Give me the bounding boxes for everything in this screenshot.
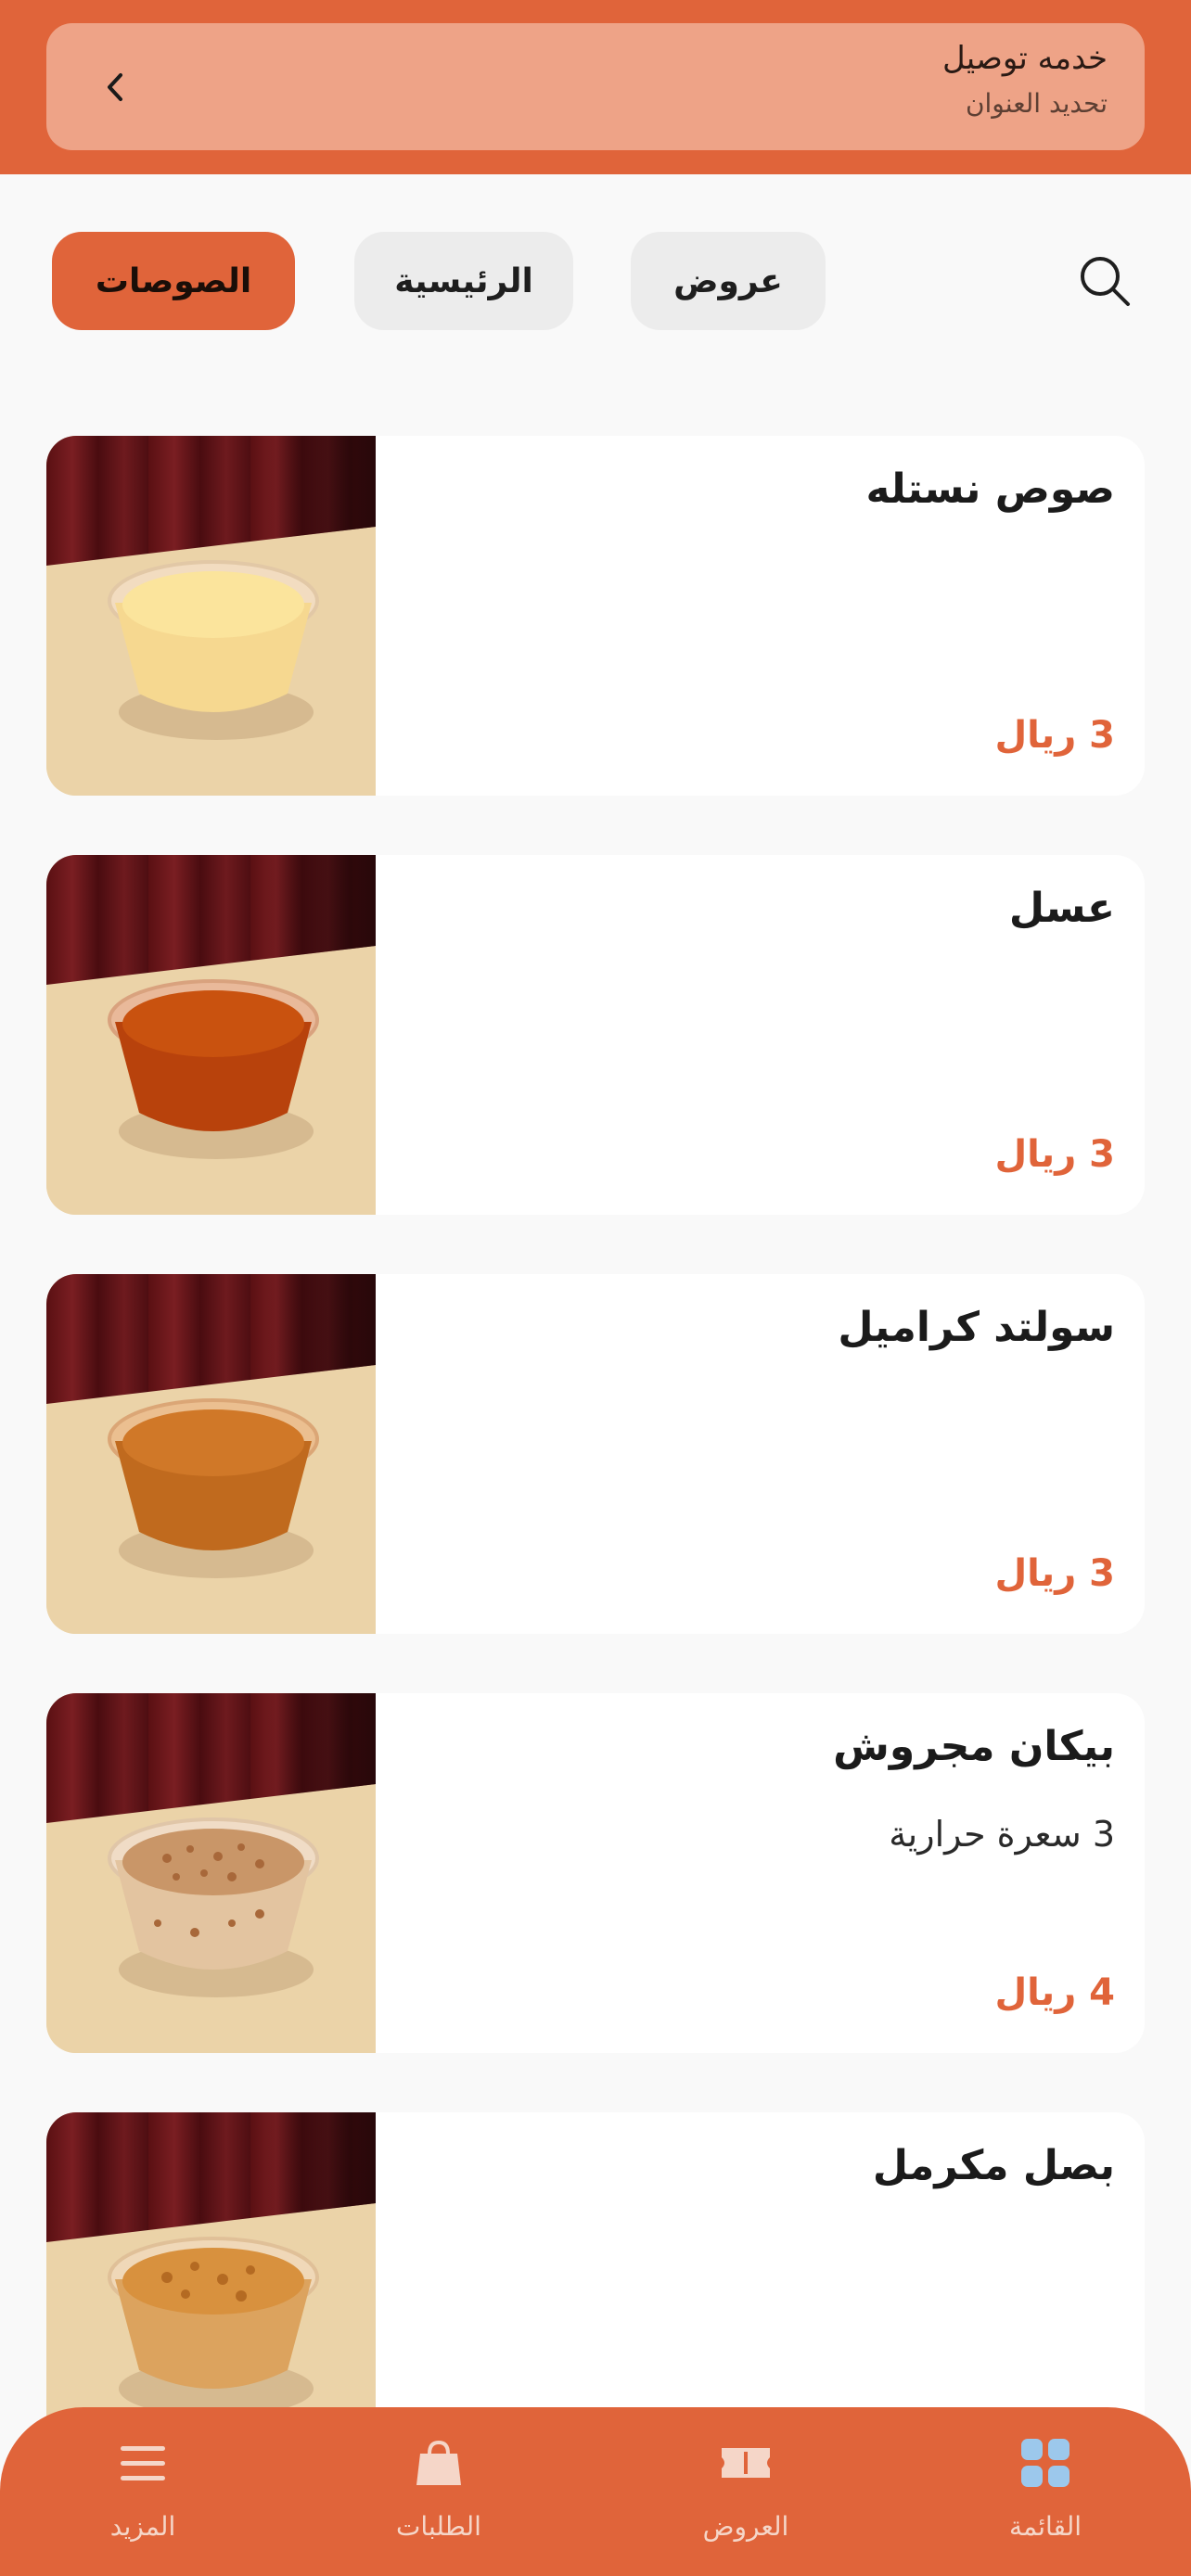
product-price: 3 ريال [994,714,1115,757]
sauce-cup-image [46,436,376,796]
nav-more-label: المزيد [109,2511,176,2542]
delivery-subtitle: تحديد العنوان [965,88,1108,119]
delivery-title: خدمه توصيل [941,40,1108,77]
nav-offers[interactable]: العروض [653,2407,839,2576]
ticket-icon [722,2448,770,2478]
chip-offers[interactable]: عروض [631,232,826,330]
product-name: عسل [1008,885,1115,932]
nav-menu[interactable]: القائمة [953,2407,1138,2576]
chevron-left-icon [108,73,122,101]
nav-orders-label: الطلبات [396,2511,481,2542]
nav-more[interactable]: المزيد [50,2407,236,2576]
product-name: سولتد كراميل [838,1304,1115,1351]
product-name: بيكان مجروش [833,1723,1115,1770]
nav-menu-label: القائمة [1009,2511,1082,2542]
product-card[interactable]: بيكان مجروش 3 سعرة حرارية 4 ريال [46,1693,1145,2053]
product-price: 3 ريال [994,1133,1115,1176]
product-card[interactable]: عسل 3 ريال [46,855,1145,1215]
caramel-cup-image [46,1274,376,1634]
product-price: 4 ريال [994,1971,1115,2014]
product-name: صوص نستله [865,465,1115,513]
pecan-cup-image [46,1693,376,2053]
honey-cup-image [46,855,376,1215]
nav-offers-label: العروض [702,2511,789,2542]
bottom-navigation: المزيد الطلبات العروض القائمة [0,2407,1191,2576]
menu-icon [121,2446,165,2480]
delivery-address-button[interactable]: خدمه توصيل تحديد العنوان [46,23,1145,150]
product-card[interactable]: سولتد كراميل 3 ريال [46,1274,1145,1634]
header-bar: خدمه توصيل تحديد العنوان [0,0,1191,174]
bag-icon [416,2440,461,2485]
product-price: 3 ريال [994,1552,1115,1595]
product-calories: 3 سعرة حرارية [889,1814,1115,1855]
chip-home[interactable]: الرئيسية [354,232,573,330]
product-name: بصل مكرمل [872,2142,1115,2189]
chip-sauces[interactable]: الصوصات [52,232,295,330]
search-icon[interactable] [1076,252,1133,310]
grid-icon [1021,2439,1069,2487]
product-card[interactable]: صوص نستله 3 ريال [46,436,1145,796]
nav-orders[interactable]: الطلبات [346,2407,531,2576]
